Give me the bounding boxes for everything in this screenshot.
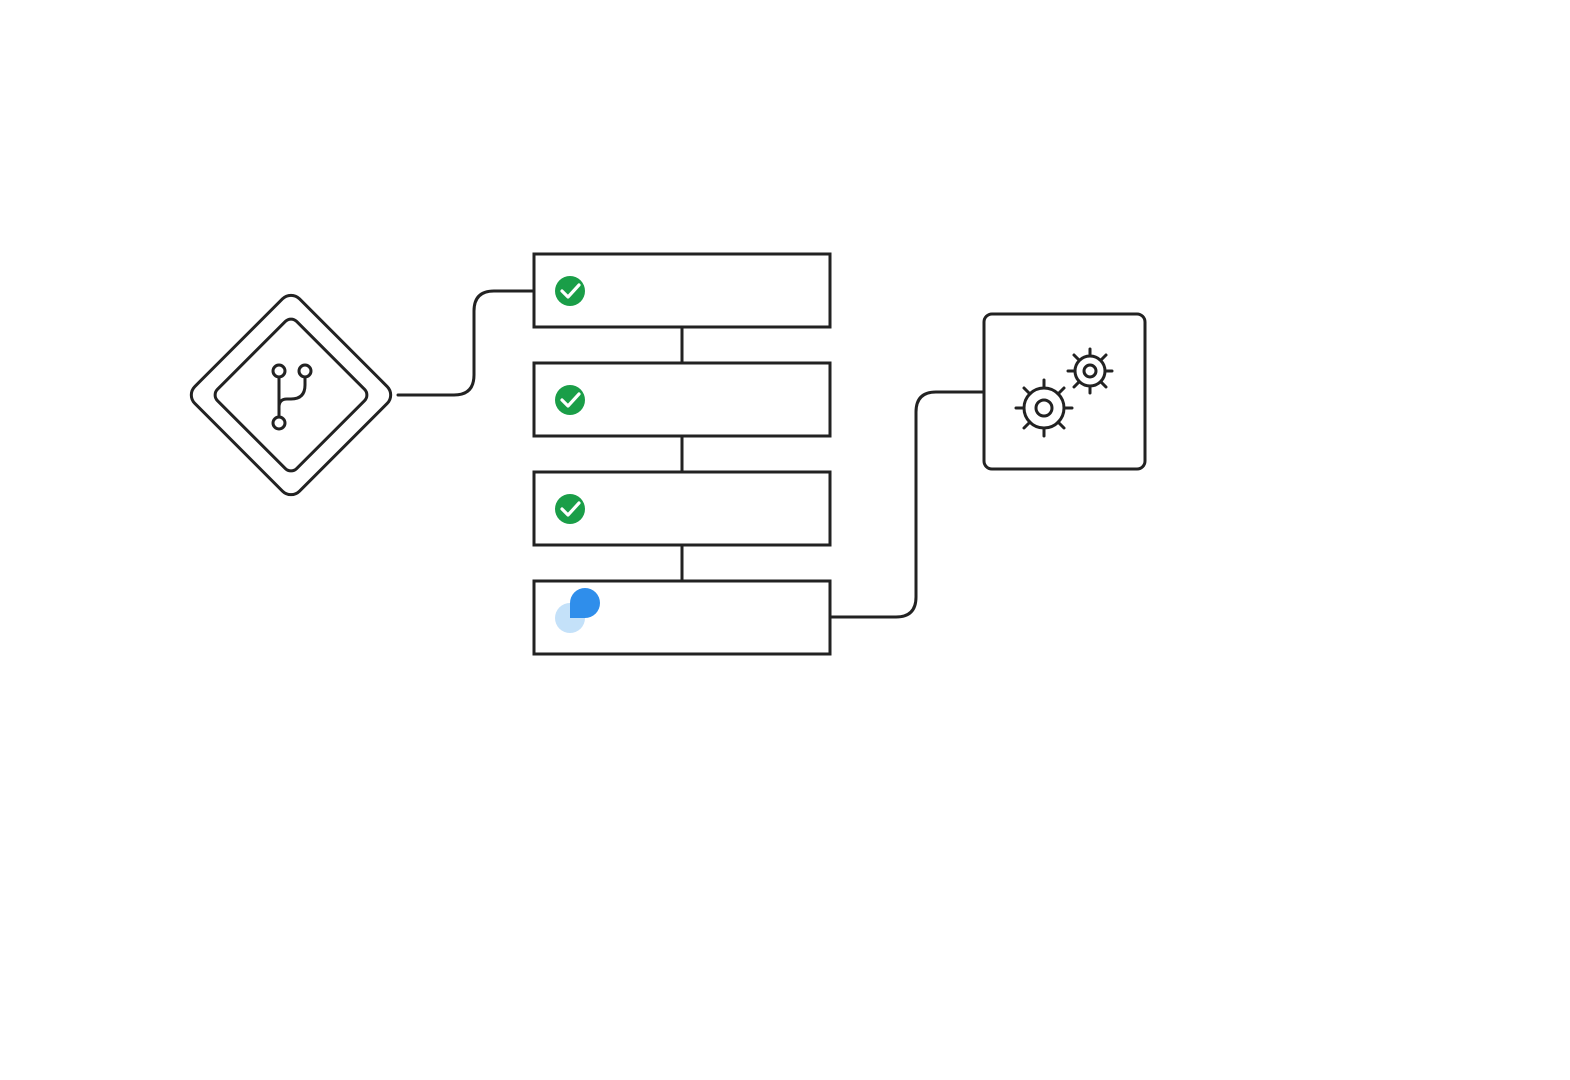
pipeline-step [534, 581, 830, 654]
pipeline-diagram [0, 0, 1570, 1080]
pipeline-step [534, 254, 830, 327]
destination-node [984, 314, 1145, 469]
check-circle-icon [555, 276, 585, 306]
check-circle-icon [555, 494, 585, 524]
connector-step4-to-destination [830, 392, 984, 617]
pipeline-step [534, 363, 830, 436]
check-circle-icon [555, 385, 585, 415]
pipeline-step [534, 472, 830, 545]
connector-source-to-step1 [398, 291, 534, 395]
source-node [186, 290, 395, 499]
